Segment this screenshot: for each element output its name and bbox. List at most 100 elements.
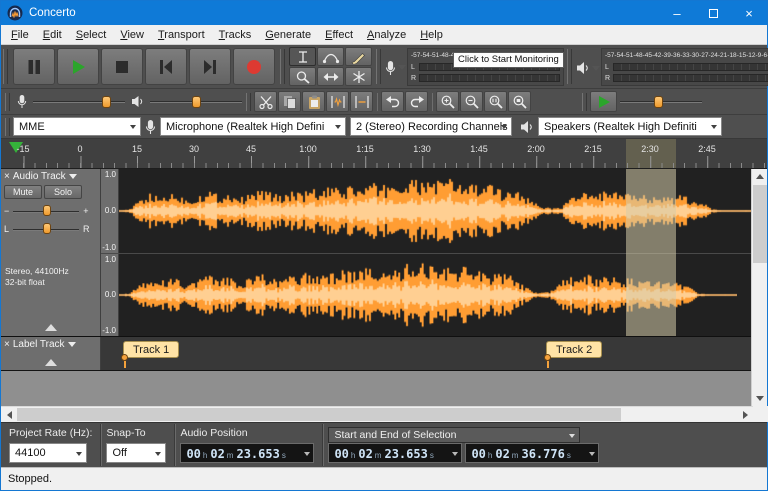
timeshift-tool-button[interactable] [317, 67, 344, 86]
scroll-left-button[interactable] [1, 407, 17, 422]
scroll-right-button[interactable] [737, 407, 753, 422]
scroll-up-button[interactable] [752, 169, 767, 184]
audio-track-title[interactable]: Audio Track [13, 171, 66, 182]
track-close-button[interactable]: × [4, 340, 10, 350]
zoom-in-button[interactable] [436, 91, 459, 112]
timefield-dropdown-icon[interactable] [304, 452, 310, 456]
solo-button[interactable]: Solo [44, 185, 82, 199]
minimize-button[interactable]: – [659, 1, 695, 25]
timeline-ruler[interactable]: -1501530451:001:151:301:452:002:152:302:… [1, 139, 767, 169]
slider-thumb[interactable] [654, 96, 663, 108]
toolbar-grip[interactable] [5, 93, 10, 111]
stop-button[interactable] [101, 48, 143, 85]
vertical-scrollbar[interactable] [751, 169, 767, 406]
timefield-dropdown-icon[interactable] [452, 452, 458, 456]
audio-position-field[interactable]: 00h 02m 23.653s [180, 443, 314, 463]
track-collapse-button[interactable] [31, 322, 71, 333]
toolbar-grip[interactable] [376, 49, 381, 84]
slider-thumb[interactable] [43, 205, 51, 216]
zoom-fit-button[interactable] [508, 91, 531, 112]
menu-view[interactable]: View [113, 26, 151, 44]
play-button[interactable] [57, 48, 99, 85]
pause-button[interactable] [13, 48, 55, 85]
zoom-tool-button[interactable] [289, 67, 316, 86]
label-marker-icon[interactable] [121, 354, 130, 369]
play-at-speed-button[interactable] [590, 91, 617, 112]
track-menu-icon[interactable] [68, 342, 76, 347]
trim-audio-button[interactable] [326, 91, 349, 112]
selection-end-field[interactable]: 00h 02m 36.776s [465, 443, 599, 463]
menu-edit[interactable]: Edit [36, 26, 69, 44]
draw-tool-button[interactable] [345, 47, 372, 66]
playback-volume-slider[interactable] [148, 93, 244, 111]
slider-thumb[interactable] [43, 223, 51, 234]
toolbar-grip[interactable] [567, 49, 572, 84]
label-area[interactable]: Track 1 Track 2 [101, 337, 753, 370]
skip-to-start-button[interactable] [145, 48, 187, 85]
track-menu-icon[interactable] [69, 174, 77, 179]
recording-volume-slider[interactable] [31, 93, 127, 111]
undo-button[interactable] [381, 91, 404, 112]
slider-thumb[interactable] [102, 96, 111, 108]
vertical-scale-ruler[interactable]: 1.0 0.0 -1.0 [101, 254, 119, 336]
redo-button[interactable] [405, 91, 428, 112]
toolbar-separator [432, 93, 433, 111]
selection-start-field[interactable]: 00h 02m 23.653s [328, 443, 462, 463]
menu-help[interactable]: Help [413, 26, 450, 44]
label-track-title[interactable]: Label Track [13, 339, 65, 350]
vertical-scroll-thumb[interactable] [753, 185, 767, 263]
zoom-selection-button[interactable] [484, 91, 507, 112]
paste-button[interactable] [302, 91, 325, 112]
audio-host-select[interactable]: MME [13, 117, 141, 136]
copy-button[interactable] [278, 91, 301, 112]
waveform-selection[interactable] [626, 169, 676, 336]
recording-channels-select[interactable]: 2 (Stereo) Recording Channels [350, 117, 512, 136]
track-close-button[interactable]: × [4, 172, 10, 182]
scroll-down-button[interactable] [752, 391, 768, 406]
envelope-tool-button[interactable] [317, 47, 344, 66]
label-item[interactable]: Track 1 [123, 341, 179, 358]
menu-tracks[interactable]: Tracks [212, 26, 259, 44]
menu-analyze[interactable]: Analyze [360, 26, 413, 44]
pan-slider[interactable] [11, 221, 81, 237]
toolbar-grip[interactable] [582, 93, 587, 111]
selection-mode-select[interactable]: Start and End of Selection [328, 427, 580, 443]
project-rate-select[interactable]: 44100 [9, 443, 87, 463]
toolbar-grip[interactable] [3, 49, 8, 84]
track-collapse-button[interactable] [31, 357, 71, 368]
menu-effect[interactable]: Effect [318, 26, 360, 44]
cut-button[interactable] [254, 91, 277, 112]
meter-menu-icon[interactable] [592, 66, 600, 71]
slider-thumb[interactable] [192, 96, 201, 108]
timefield-dropdown-icon[interactable] [589, 452, 595, 456]
selection-tool-button[interactable] [289, 47, 316, 66]
skip-to-end-button[interactable] [189, 48, 231, 85]
monitoring-tooltip[interactable]: Click to Start Monitoring [453, 52, 564, 68]
recording-device-select[interactable]: Microphone (Realtek High Defini [160, 117, 346, 136]
close-button[interactable]: × [731, 1, 767, 25]
playback-device-select[interactable]: Speakers (Realtek High Definiti [538, 117, 722, 136]
label-marker-icon[interactable] [544, 354, 553, 369]
menu-generate[interactable]: Generate [258, 26, 318, 44]
horizontal-scrollbar[interactable] [1, 406, 753, 422]
record-button[interactable] [233, 48, 275, 85]
playback-speed-slider[interactable] [618, 93, 704, 111]
label-item[interactable]: Track 2 [546, 341, 602, 358]
menu-file[interactable]: File [4, 26, 36, 44]
zoom-out-button[interactable] [460, 91, 483, 112]
mute-button[interactable]: Mute [4, 185, 42, 199]
menu-select[interactable]: Select [69, 26, 114, 44]
vertical-scale-ruler[interactable]: 1.0 0.0 -1.0 [101, 169, 119, 253]
multi-tool-button[interactable] [345, 67, 372, 86]
meter-menu-icon[interactable] [398, 65, 406, 70]
silence-audio-button[interactable] [350, 91, 373, 112]
snap-to-select[interactable]: Off [106, 443, 166, 463]
playback-meter[interactable]: -57-54-51-48-45-42-39-36-33-30-27-24-21-… [574, 45, 768, 88]
menu-transport[interactable]: Transport [151, 26, 212, 44]
toolbar-grip[interactable] [5, 118, 10, 136]
gain-slider[interactable] [11, 203, 81, 219]
maximize-button[interactable] [695, 1, 731, 25]
toolbar-grip[interactable] [246, 93, 251, 111]
toolbar-grip[interactable] [280, 49, 285, 84]
horizontal-scroll-thumb[interactable] [17, 408, 621, 421]
